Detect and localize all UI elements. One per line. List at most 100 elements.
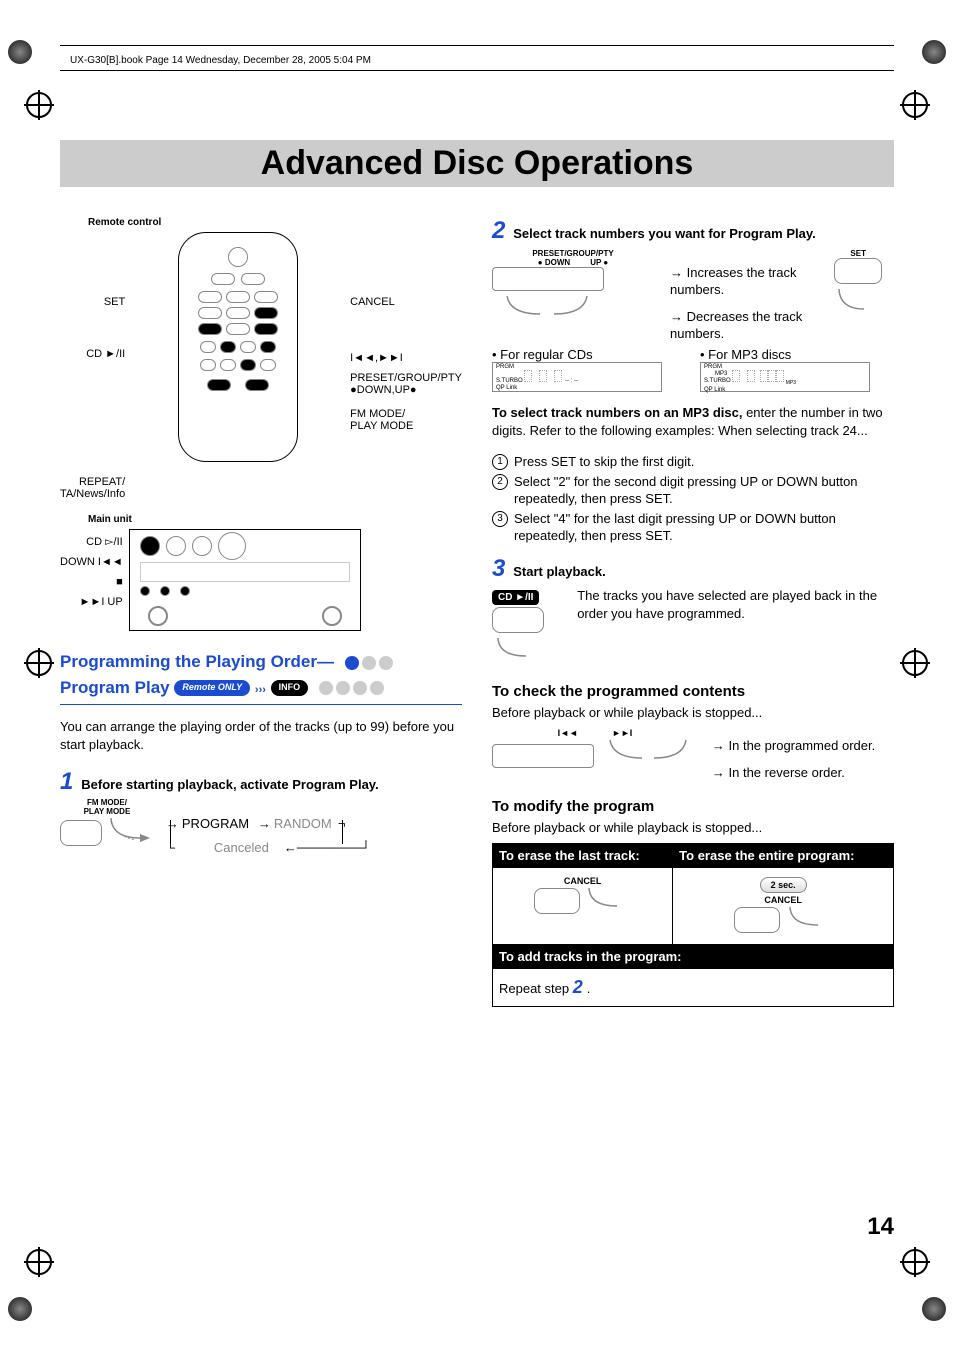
- down-up-button-diagram: PRESET/GROUP/PTY ● DOWN UP ●: [492, 249, 654, 327]
- flow-canceled: Canceled: [214, 840, 269, 855]
- press-arrow-icon: [492, 294, 602, 324]
- lcd-display-mp3: PRGM MP3 S.TURBO MP3 QP Link: [700, 362, 870, 392]
- lcd-display-cd: PRGM S.TURBO -- : -- QP Link: [492, 362, 662, 392]
- skip-next-label: ►►Ι: [612, 728, 632, 738]
- remote-left-callouts: SET CD ►/ΙΙ REPEAT/ TA/News/Info: [60, 296, 125, 500]
- step3-desc: The tracks you have selected are played …: [577, 587, 894, 623]
- dot-icon: [362, 656, 376, 670]
- callout-unit-stop: ■: [116, 576, 123, 588]
- callout-unit-down: DOWN Ι◄◄: [60, 556, 123, 568]
- cancel-button-diagram: CANCEL: [499, 876, 666, 917]
- page-number: 14: [867, 1213, 894, 1241]
- th-add-tracks: To add tracks in the program:: [493, 945, 894, 969]
- callout-repeat: REPEAT/: [79, 476, 125, 488]
- registration-mark: [26, 92, 52, 118]
- dot-icon: [370, 681, 384, 695]
- callout-unit-up: ►►Ι UP: [80, 596, 123, 608]
- cd-play-button-diagram: CD ►/ΙΙ: [492, 587, 563, 667]
- fmmode-label-1: FM MODE/: [60, 798, 154, 807]
- dot-icon: [353, 681, 367, 695]
- mp3-select-bold: To select track numbers on an MP3 disc,: [492, 405, 742, 420]
- remote-only-pill: Remote ONLY: [174, 680, 250, 696]
- play-mode-button-diagram: FM MODE/ PLAY MODE: [60, 798, 154, 849]
- registration-mark: [902, 1249, 928, 1275]
- info-pill: INFO: [271, 680, 309, 696]
- step-3-text: Start playback.: [513, 564, 606, 579]
- corner-shade-bl: [8, 1297, 32, 1321]
- callout-repeat2: TA/News/Info: [60, 488, 125, 500]
- callout-cancel: CANCEL: [350, 296, 395, 308]
- in-programmed-order: In the programmed order.: [729, 738, 876, 753]
- section-heading: Programming the Playing Order— Program P…: [60, 649, 462, 705]
- step-2-number: 2: [492, 217, 505, 244]
- corner-shade-br: [922, 1297, 946, 1321]
- callout-skip: Ι◄◄,►►Ι: [350, 352, 403, 364]
- modify-before: Before playback or while playback is sto…: [492, 819, 894, 837]
- set-button-diagram: SET: [822, 249, 894, 318]
- dot-icon: [379, 656, 393, 670]
- cancel-label: CANCEL: [499, 876, 666, 886]
- step-2-text: Select track numbers you want for Progra…: [513, 226, 815, 241]
- step-1-text: Before starting playback, activate Progr…: [81, 777, 378, 792]
- callout-cd-play: CD ►/ΙΙ: [86, 348, 125, 360]
- remote-right-callouts: CANCEL Ι◄◄,►►Ι PRESET/GROUP/PTY ●DOWN,UP…: [350, 296, 462, 432]
- check-before: Before playback or while playback is sto…: [492, 704, 894, 722]
- flow-program: PROGRAM: [182, 816, 249, 831]
- down-label: DOWN: [545, 258, 570, 267]
- up-label: UP: [590, 258, 601, 267]
- main-unit-label: Main unit: [88, 514, 462, 525]
- fmmode-label-2: PLAY MODE: [60, 807, 154, 816]
- li-2: Select "2" for the second digit pressing…: [514, 474, 858, 507]
- li-1: Press SET to skip the first digit.: [514, 454, 694, 469]
- skip-buttons-diagram: Ι◄◄ ►►Ι: [492, 728, 698, 771]
- main-unit-diagram: [129, 529, 361, 631]
- modify-heading: To modify the program: [492, 798, 894, 815]
- in-reverse-order: In the reverse order.: [729, 765, 845, 780]
- modify-table: To erase the last track: To erase the en…: [492, 843, 894, 1007]
- registration-mark: [26, 1249, 52, 1275]
- press-arrow-icon: [583, 886, 631, 914]
- dot-icon: [336, 681, 350, 695]
- th-erase-entire: To erase the entire program:: [673, 844, 894, 868]
- two-sec-badge: 2 sec.: [760, 877, 807, 893]
- preset-label: PRESET/GROUP/PTY: [492, 249, 654, 258]
- dot-icon: [345, 656, 359, 670]
- press-arrow-icon: [106, 816, 154, 846]
- step-1-number: 1: [60, 768, 73, 795]
- mp3-steps-list: 1Press SET to skip the first digit. 2Sel…: [492, 453, 894, 545]
- callout-playmode: PLAY MODE: [350, 420, 413, 432]
- repeat-step-text: Repeat step: [499, 981, 573, 996]
- page-title: Advanced Disc Operations: [60, 144, 894, 183]
- remote-diagram: [178, 232, 298, 462]
- crop-line: [60, 70, 894, 71]
- section-line2: Program Play: [60, 678, 170, 697]
- crop-line: [60, 45, 894, 46]
- title-bar: Advanced Disc Operations: [60, 140, 894, 187]
- cd-play-badge: CD ►/ΙΙ: [492, 590, 539, 605]
- press-arrow-icon: [598, 738, 698, 768]
- remote-control-label: Remote control: [88, 217, 462, 228]
- check-heading: To check the programmed contents: [492, 683, 894, 700]
- callout-downup: ●DOWN,UP●: [350, 384, 416, 396]
- repeat-step-num: 2: [573, 977, 583, 997]
- set-label: SET: [822, 249, 894, 258]
- registration-mark: [902, 92, 928, 118]
- header-path: UX-G30[B].book Page 14 Wednesday, Decemb…: [70, 55, 371, 66]
- callout-fmmode: FM MODE/: [350, 408, 405, 420]
- cancel-hold-button-diagram: 2 sec. CANCEL: [679, 876, 887, 936]
- decreases-text: Decreases the track numbers.: [670, 309, 802, 341]
- registration-mark: [26, 650, 52, 676]
- cancel-label-2: CANCEL: [679, 895, 887, 905]
- callout-set: SET: [104, 296, 125, 308]
- section-line1: Programming the Playing Order—: [60, 652, 334, 671]
- increases-text: Increases the track numbers.: [670, 265, 796, 297]
- corner-shade-tr: [922, 40, 946, 64]
- li-3: Select "4" for the last digit pressing U…: [514, 511, 836, 544]
- dot-icon: [319, 681, 333, 695]
- press-arrow-icon: [834, 287, 882, 315]
- registration-mark: [902, 650, 928, 676]
- callout-preset: PRESET/GROUP/PTY: [350, 372, 462, 384]
- regular-cds-label: • For regular CDs: [492, 347, 686, 362]
- intro-text: You can arrange the playing order of the…: [60, 718, 462, 754]
- callout-unit-cd: CD ▻/ΙΙ: [86, 535, 123, 548]
